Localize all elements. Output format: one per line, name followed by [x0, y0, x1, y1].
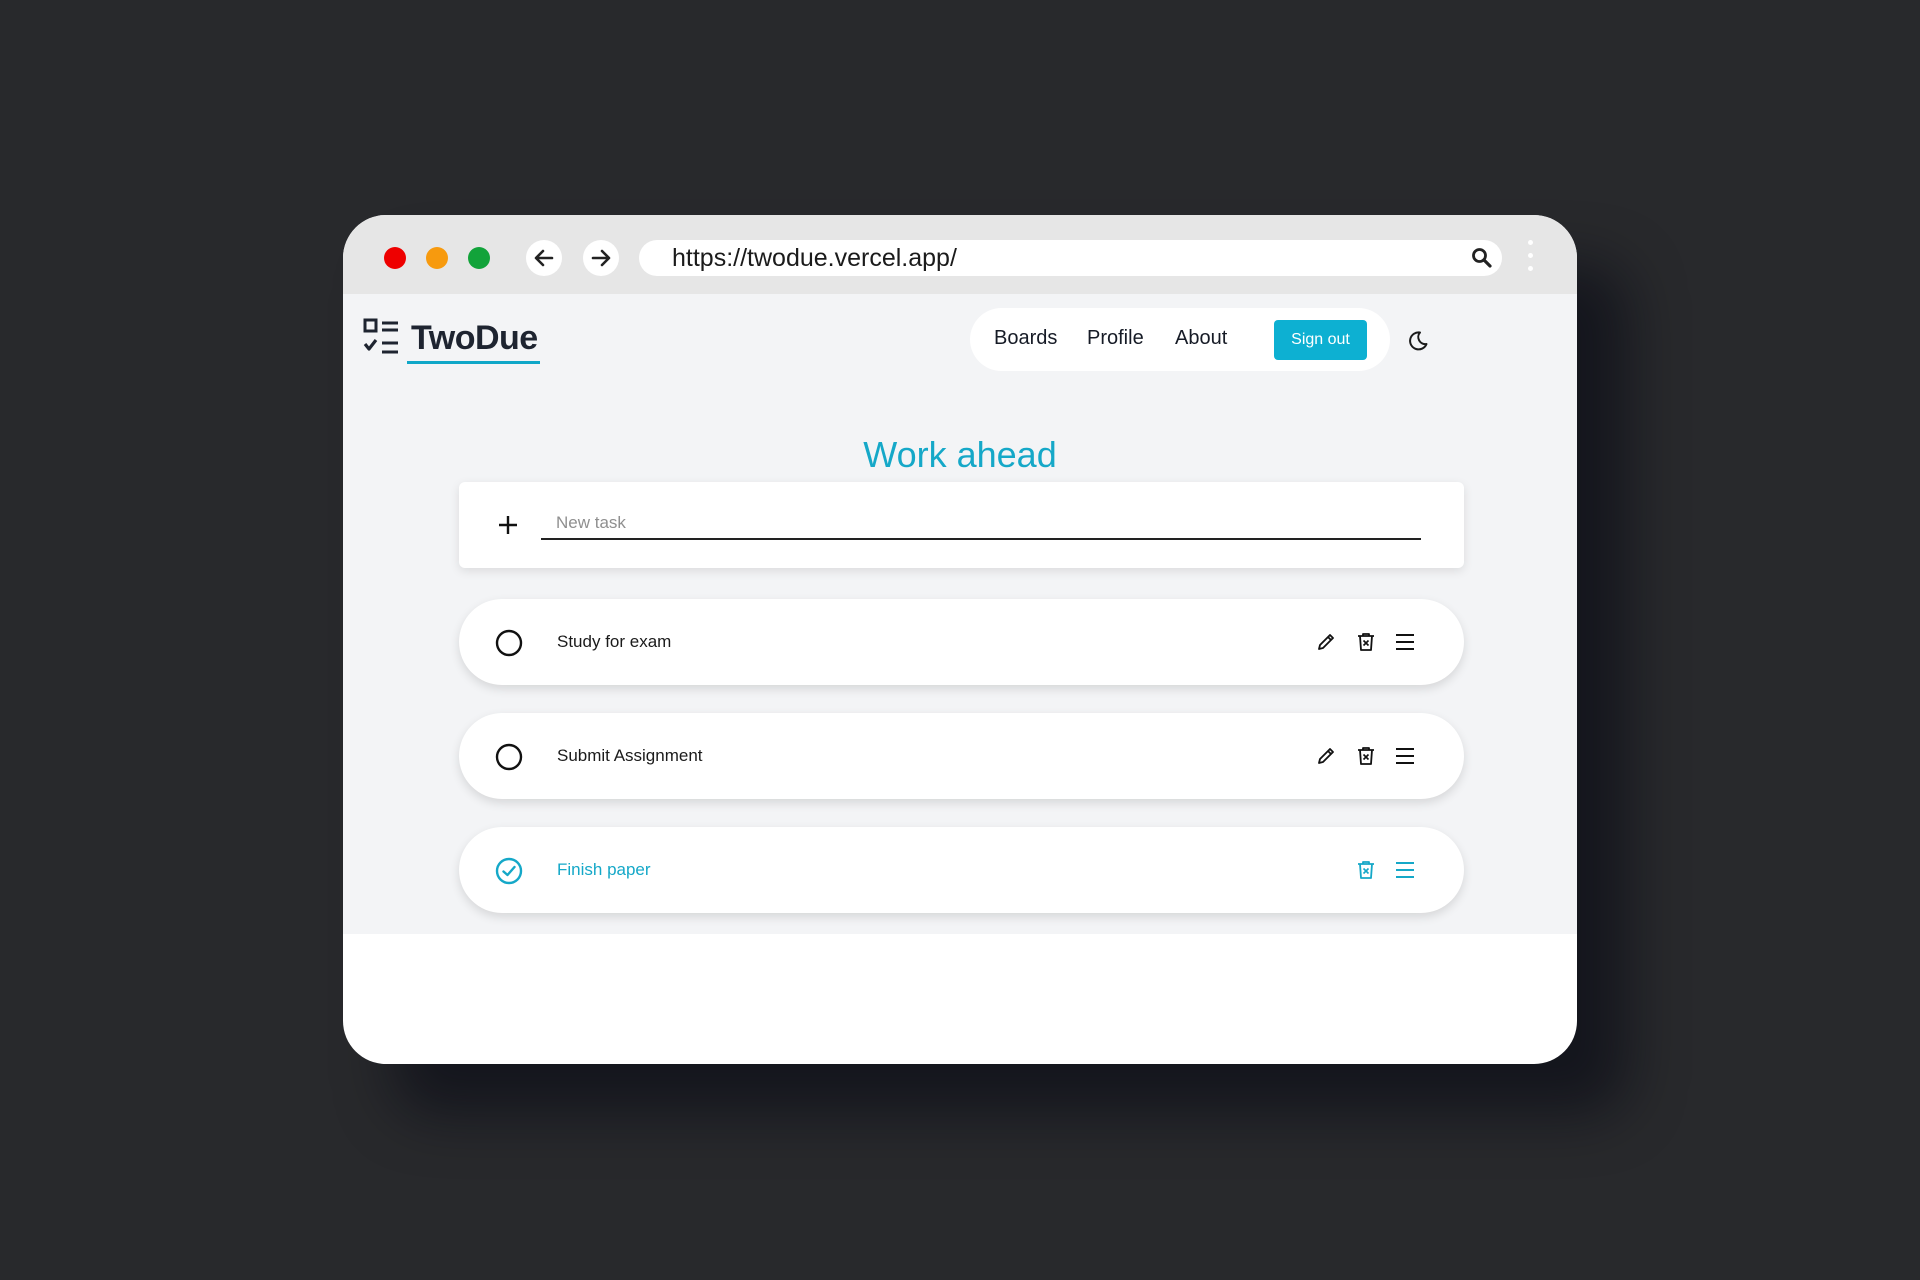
drag-handle-icon[interactable]: [1393, 631, 1417, 653]
plus-icon[interactable]: [497, 514, 519, 536]
trash-icon[interactable]: [1355, 745, 1377, 767]
task-item: Finish paper: [459, 827, 1464, 913]
arrow-right-icon: [591, 249, 611, 267]
drag-handle-icon[interactable]: [1393, 745, 1417, 767]
close-window-button[interactable]: [384, 247, 406, 269]
task-label: Finish paper: [557, 860, 651, 879]
sign-out-button[interactable]: Sign out: [1274, 320, 1367, 360]
browser-window: https://twodue.vercel.app/ TwoDue Boards…: [343, 215, 1577, 1064]
minimize-window-button[interactable]: [426, 247, 448, 269]
checkbox-unchecked-icon[interactable]: [495, 629, 523, 657]
trash-icon[interactable]: [1355, 859, 1377, 881]
task-item: Study for exam: [459, 599, 1464, 685]
nav-boards-link[interactable]: Boards: [994, 327, 1057, 350]
app-page: TwoDue Boards Profile About Sign out Wor…: [343, 294, 1577, 934]
new-task-card: [459, 482, 1464, 568]
nav-about-link[interactable]: About: [1175, 327, 1227, 350]
maximize-window-button[interactable]: [468, 247, 490, 269]
new-task-input[interactable]: [541, 508, 1421, 540]
trash-icon[interactable]: [1355, 631, 1377, 653]
pencil-icon[interactable]: [1315, 745, 1337, 767]
board-title: Work ahead: [863, 434, 1057, 475]
logo[interactable]: TwoDue: [363, 318, 540, 364]
checkbox-unchecked-icon[interactable]: [495, 743, 523, 771]
browser-toolbar: https://twodue.vercel.app/: [343, 215, 1577, 294]
moon-icon[interactable]: [1407, 330, 1429, 352]
nav-profile-link[interactable]: Profile: [1087, 327, 1144, 350]
forward-button[interactable]: [583, 240, 619, 276]
browser-menu-button[interactable]: [1525, 240, 1535, 280]
url-text: https://twodue.vercel.app/: [672, 244, 957, 272]
task-label: Study for exam: [557, 632, 672, 651]
pencil-icon[interactable]: [1315, 631, 1337, 653]
checkbox-checked-icon[interactable]: [495, 857, 523, 885]
task-label: Submit Assignment: [557, 746, 703, 765]
address-bar[interactable]: https://twodue.vercel.app/: [639, 240, 1502, 276]
search-icon[interactable]: [1470, 246, 1494, 270]
back-button[interactable]: [526, 240, 562, 276]
checklist-logo-icon: [363, 318, 398, 354]
drag-handle-icon[interactable]: [1393, 859, 1417, 881]
brand-name: TwoDue: [407, 318, 540, 364]
arrow-left-icon: [534, 249, 554, 267]
main-nav: Boards Profile About Sign out: [970, 308, 1390, 371]
task-item: Submit Assignment: [459, 713, 1464, 799]
